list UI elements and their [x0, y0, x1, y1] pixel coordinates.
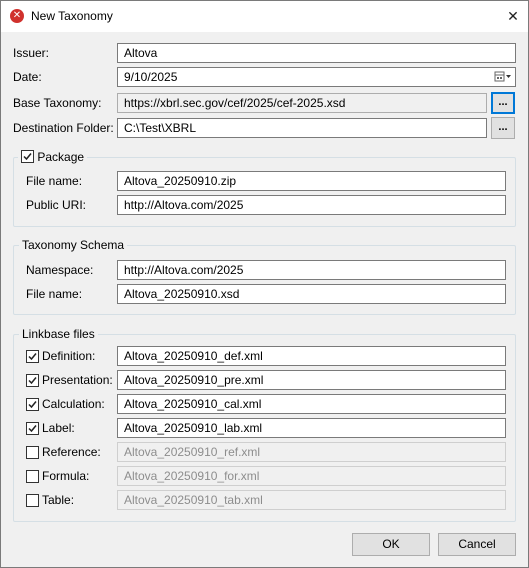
linkbase-checkbox[interactable] [26, 470, 39, 483]
linkbase-file-field: Altova_20250910_tab.xml [117, 490, 506, 510]
namespace-field[interactable]: http://Altova.com/2025 [117, 260, 506, 280]
linkbase-file-field[interactable]: Altova_20250910_def.xml [117, 346, 506, 366]
calendar-dropdown-icon[interactable] [494, 70, 512, 84]
linkbase-file-field[interactable]: Altova_20250910_lab.xml [117, 418, 506, 438]
linkbase-checkbox[interactable] [26, 398, 39, 411]
linkbase-checkbox[interactable] [26, 422, 39, 435]
new-taxonomy-dialog: ✕ New Taxonomy ✕ Issuer: Altova Date: 9/… [0, 0, 529, 568]
linkbase-checkbox[interactable] [26, 446, 39, 459]
cancel-button[interactable]: Cancel [438, 533, 516, 556]
linkbase-checkbox[interactable] [26, 374, 39, 387]
close-icon[interactable]: ✕ [498, 1, 528, 32]
issuer-label: Issuer: [13, 46, 50, 60]
date-label: Date: [13, 70, 42, 84]
issuer-field[interactable]: Altova [117, 43, 516, 63]
namespace-label: Namespace: [26, 263, 94, 277]
title-bar: ✕ New Taxonomy ✕ [1, 1, 528, 32]
base-taxonomy-field[interactable]: https://xbrl.sec.gov/cef/2025/cef-2025.x… [117, 93, 487, 113]
linkbase-label: Presentation: [42, 373, 113, 387]
altova-app-icon: ✕ [10, 9, 24, 23]
destination-folder-field[interactable]: C:\Test\XBRL [117, 118, 487, 138]
taxonomy-schema-title: Taxonomy Schema [19, 238, 128, 252]
linkbase-checkbox[interactable] [26, 494, 39, 507]
package-toggle[interactable]: Package [18, 150, 88, 164]
base-taxonomy-label: Base Taxonomy: [13, 96, 102, 110]
linkbase-label: Formula: [42, 469, 90, 483]
linkbase-checkbox[interactable] [26, 350, 39, 363]
package-group [13, 157, 516, 227]
linkbase-file-field[interactable]: Altova_20250910_pre.xml [117, 370, 506, 390]
schema-file-name-label: File name: [26, 287, 83, 301]
package-label: Package [37, 150, 85, 164]
base-taxonomy-browse-button[interactable]: ... [491, 92, 515, 114]
linkbase-label: Calculation: [42, 397, 105, 411]
linkbase-file-field[interactable]: Altova_20250910_cal.xml [117, 394, 506, 414]
linkbase-label: Definition: [42, 349, 96, 363]
dialog-title: New Taxonomy [31, 9, 113, 23]
linkbase-label: Label: [42, 421, 75, 435]
public-uri-label: Public URI: [26, 198, 87, 212]
package-file-name-label: File name: [26, 174, 83, 188]
linkbase-file-field: Altova_20250910_ref.xml [117, 442, 506, 462]
linkbase-label: Table: [42, 493, 75, 507]
linkbase-file-field: Altova_20250910_for.xml [117, 466, 506, 486]
destination-browse-button[interactable]: ... [491, 117, 515, 139]
package-file-name-field[interactable]: Altova_20250910.zip [117, 171, 506, 191]
linkbase-label: Reference: [42, 445, 101, 459]
public-uri-field[interactable]: http://Altova.com/2025 [117, 195, 506, 215]
ok-button[interactable]: OK [352, 533, 430, 556]
schema-file-name-field[interactable]: Altova_20250910.xsd [117, 284, 506, 304]
linkbase-files-title: Linkbase files [19, 327, 98, 341]
date-value: 9/10/2025 [124, 70, 178, 84]
package-checkbox[interactable] [21, 150, 34, 163]
date-picker[interactable]: 9/10/2025 [117, 67, 516, 87]
destination-folder-label: Destination Folder: [13, 121, 114, 135]
taxonomy-schema-group [13, 245, 516, 315]
